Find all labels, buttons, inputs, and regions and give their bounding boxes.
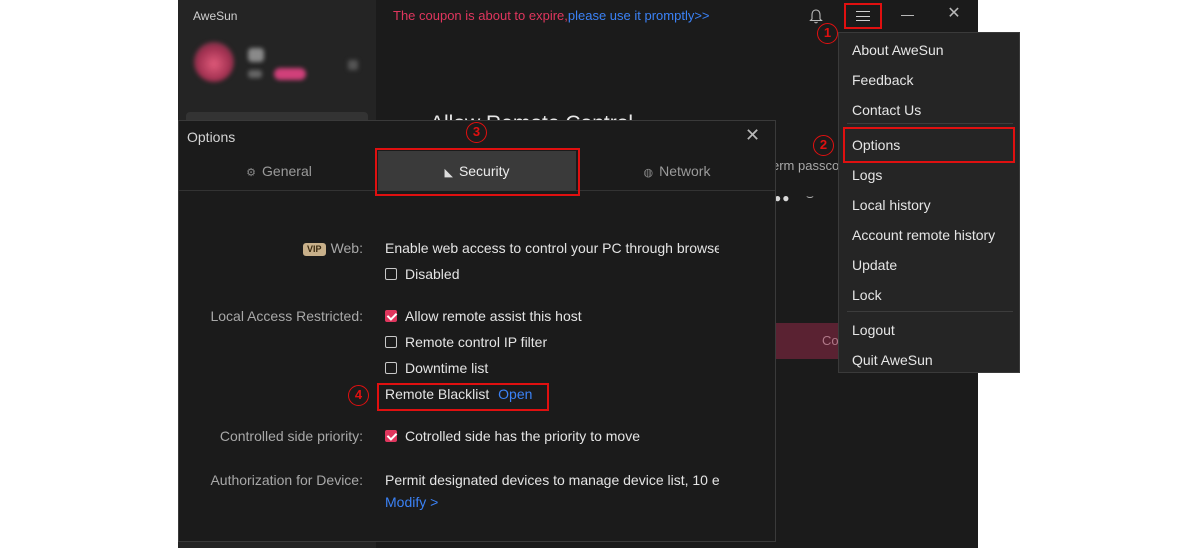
options-item-highlight [843, 127, 1015, 163]
tab-network[interactable]: ◍ Network [578, 151, 776, 191]
hamburger-icon [856, 11, 870, 21]
step-marker-2: 2 [813, 135, 834, 156]
menu-item-feedback[interactable]: Feedback [852, 72, 913, 88]
avatar[interactable] [194, 42, 234, 82]
web-disabled-label: Disabled [405, 266, 460, 282]
options-dialog: Options ✕ ⚙ General ◣ Security ◍ Network VI… [178, 120, 776, 542]
blurred-username [248, 48, 264, 62]
main-menu-dropdown: About AweSun Feedback Contact Us Options… [838, 32, 1020, 373]
blurred-badge [274, 68, 306, 80]
priority-value: Cotrolled side has the priority to move [405, 428, 640, 444]
ip-filter-label: Remote control IP filter [405, 334, 548, 350]
menu-item-quit[interactable]: Quit AweSun [852, 352, 933, 368]
permanent-passcode-label: erm passco [772, 158, 840, 173]
menu-item-logout[interactable]: Logout [852, 322, 895, 338]
step-marker-4: 4 [348, 385, 369, 406]
priority-option[interactable]: Cotrolled side has the priority to move [385, 428, 640, 444]
close-window-icon[interactable]: ✕ [946, 6, 962, 22]
app-name: AweSun [193, 9, 238, 23]
globe-icon: ◍ [643, 167, 654, 179]
web-description: Enable web access to control your PC thr… [385, 240, 719, 256]
authorization-label: Authorization for Device: [210, 472, 363, 488]
step-marker-3: 3 [466, 122, 487, 143]
security-tab-highlight [375, 148, 580, 196]
menu-separator [847, 311, 1013, 312]
web-label: VIP Web: [303, 240, 363, 256]
main-menu-button[interactable] [844, 3, 882, 29]
downtime-checkbox[interactable] [385, 362, 397, 374]
blurred-detail [248, 70, 262, 78]
close-icon[interactable]: ✕ [745, 126, 760, 144]
passcode-masked: ●● [774, 191, 791, 205]
gear-icon: ⚙ [246, 167, 257, 179]
coupon-link[interactable]: please use it promptly>> [568, 8, 710, 23]
eye-closed-icon[interactable]: ⌣ [806, 189, 814, 204]
menu-item-contact[interactable]: Contact Us [852, 102, 921, 118]
priority-checkbox[interactable] [385, 430, 397, 442]
tab-network-label: Network [659, 163, 711, 179]
menu-item-local-history[interactable]: Local history [852, 197, 931, 213]
allow-remote-assist-label: Allow remote assist this host [405, 308, 582, 324]
bell-icon[interactable] [809, 8, 823, 24]
authorization-description: Permit designated devices to manage devi… [385, 472, 719, 488]
blurred-chevron-icon [348, 60, 358, 70]
allow-remote-assist-checkbox[interactable] [385, 310, 397, 322]
menu-item-about[interactable]: About AweSun [852, 42, 944, 58]
blacklist-highlight [377, 383, 549, 411]
menu-item-update[interactable]: Update [852, 257, 897, 273]
ip-filter-option[interactable]: Remote control IP filter [385, 334, 547, 350]
connect-button[interactable]: Co [774, 323, 844, 359]
vip-badge: VIP [303, 243, 326, 256]
menu-separator [847, 123, 1013, 124]
local-access-label: Local Access Restricted: [210, 308, 363, 324]
coupon-banner[interactable]: The coupon is about to expire,please use… [393, 8, 710, 23]
downtime-label: Downtime list [405, 360, 489, 376]
step-marker-1: 1 [817, 23, 838, 44]
options-title: Options [187, 129, 236, 145]
coupon-text: The coupon is about to expire, [393, 8, 568, 23]
web-disabled-option[interactable]: Disabled [385, 266, 459, 282]
allow-remote-assist-option[interactable]: Allow remote assist this host [385, 308, 582, 324]
tab-general[interactable]: ⚙ General [179, 151, 379, 191]
tab-general-label: General [262, 163, 312, 179]
downtime-option[interactable]: Downtime list [385, 360, 488, 376]
web-label-text: Web: [330, 240, 363, 256]
ip-filter-checkbox[interactable] [385, 336, 397, 348]
screenshot-canvas: AweSun The coupon is about to expire,ple… [0, 0, 1200, 548]
modify-link[interactable]: Modify > [385, 494, 438, 510]
menu-item-logs[interactable]: Logs [852, 167, 882, 183]
menu-item-lock[interactable]: Lock [852, 287, 882, 303]
menu-item-account-remote-history[interactable]: Account remote history [852, 227, 995, 243]
web-disabled-checkbox[interactable] [385, 268, 397, 280]
minimize-icon[interactable] [901, 15, 914, 16]
priority-label: Controlled side priority: [219, 428, 363, 444]
